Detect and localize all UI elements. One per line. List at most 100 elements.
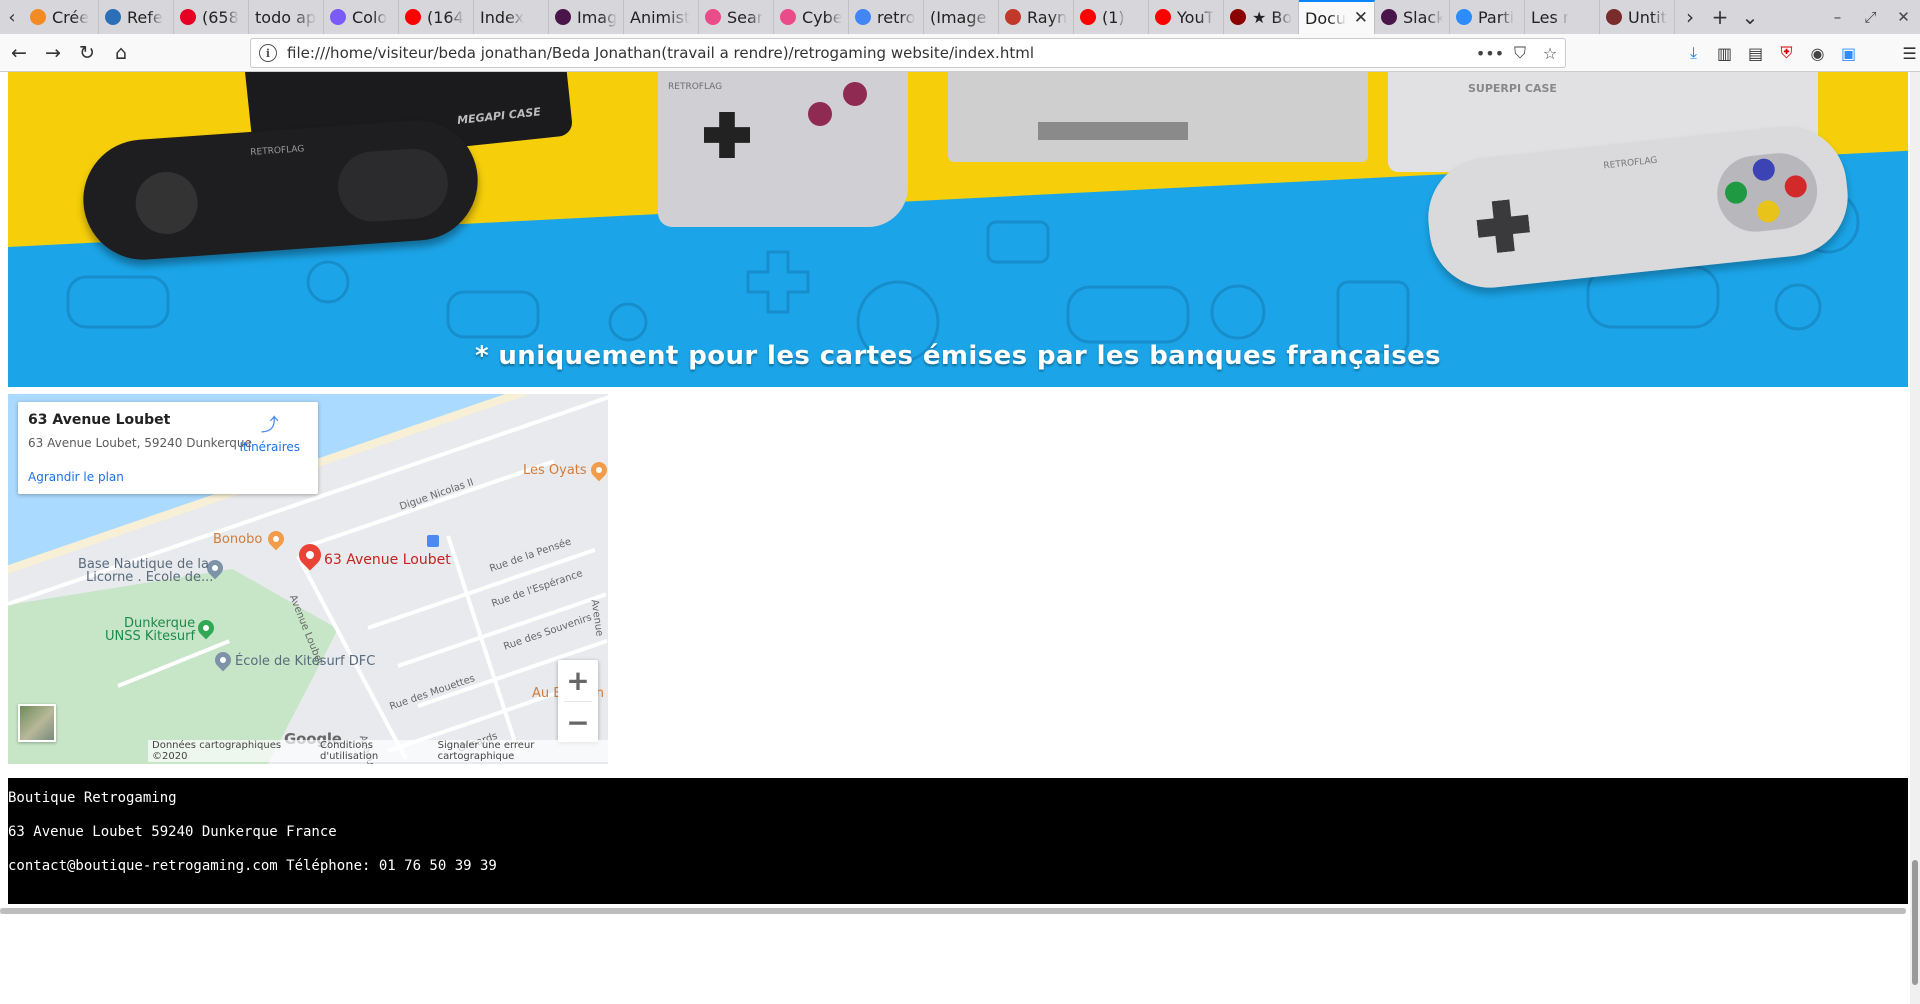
marker-label: 63 Avenue Loubet [324,552,451,568]
dribbble-icon [705,9,721,25]
dpad-icon [133,169,200,237]
site-icon [1230,9,1246,25]
zoom-out-button[interactable]: − [558,702,598,743]
bus-stop-icon[interactable] [427,535,439,547]
tab[interactable]: retro [849,0,924,34]
restore-button[interactable]: ⤢ [1854,0,1887,34]
tab[interactable]: (Image P [924,0,999,34]
home-button[interactable]: ⌂ [104,38,138,68]
site-info-icon[interactable]: i [259,44,277,62]
place-label[interactable]: UNSS Kitesurf [105,629,195,644]
tab-label: (164 [427,7,464,27]
minimize-button[interactable]: – [1821,0,1854,34]
zoom-in-button[interactable]: + [558,660,598,701]
horizontal-scrollbar[interactable] [0,908,1906,914]
directions-button[interactable]: ⤴ Itinéraires [240,416,301,455]
place-label[interactable]: École de Kitesurf DFC [235,654,375,669]
tab[interactable]: Parti [1450,0,1525,34]
gameboy-brand-label: RETROFLAG [668,82,723,92]
street-label: Digue Nicolas II [398,477,476,513]
tab-label: (658 [202,7,239,27]
slack-icon [1381,9,1397,25]
google-map-embed[interactable]: 63 Avenue Loubet 63 Avenue Loubet, 59240… [8,394,608,764]
tab-active[interactable]: Docu ✕ [1299,0,1375,34]
site-icon [105,9,121,25]
downloads-icon[interactable]: ⤓ [1680,40,1707,66]
youtube-icon [1080,9,1096,25]
tabs-scroll-right-button[interactable]: › [1675,0,1705,34]
nes-console-image [948,72,1368,162]
vertical-scrollbar[interactable] [1910,72,1920,1004]
url-text[interactable]: file:///home/visiteur/beda jonathan/Beda… [287,44,1475,62]
footer-address: 63 Avenue Loubet 59240 Dunkerque France [8,824,337,840]
promo-banner: MEGAPI CASE RETROFLAG RETROFLAG SUPERPI … [8,72,1908,387]
sidebar-icon[interactable]: ▤ [1742,40,1769,66]
reload-button[interactable]: ↻ [70,38,104,68]
back-arrow-icon: ← [11,41,27,64]
horizontal-scrollbar-thumb[interactable] [0,908,1906,914]
tab-label: todo app [255,7,317,27]
tab-label: Imag [577,7,617,27]
tab[interactable]: Rayn [999,0,1074,34]
close-tab-icon[interactable]: ✕ [1354,8,1368,28]
tab[interactable]: (658 [174,0,249,34]
all-tabs-menu-button[interactable]: ⌄ [1735,0,1765,34]
tab[interactable]: Index [474,0,549,34]
tab[interactable]: Les r [1525,0,1600,34]
forward-button[interactable]: → [36,38,70,68]
banner-caption: * uniquement pour les cartes émises par … [474,341,1442,371]
tab[interactable]: Animist [624,0,699,34]
tab-label: Cybe [802,7,842,27]
tabs-scroll-left-button[interactable]: ‹ [0,0,24,34]
tab[interactable]: (164 [399,0,474,34]
footer-shop-name: Boutique Retrogaming [8,790,177,806]
tab[interactable]: Imag [549,0,624,34]
tab-label: Les r [1531,7,1570,27]
youtube-icon [1155,9,1171,25]
tab[interactable]: (1) [1074,0,1149,34]
tab[interactable]: ★ Bo [1224,0,1299,34]
ublock-shield-icon[interactable]: ⛨ [1773,40,1800,66]
zoom-controls: + − [558,660,598,742]
tab-label: Rayn [1027,7,1067,27]
place-label[interactable]: Bonobo [213,532,262,547]
youtube-icon [405,9,421,25]
place-label[interactable]: Les Oyats [523,463,587,478]
tab-label: retro [877,7,916,27]
library-icon[interactable]: ▥ [1711,40,1738,66]
tab[interactable]: Refe [99,0,174,34]
tab[interactable]: Cybe [774,0,849,34]
restaurant-pin-icon[interactable] [264,527,288,551]
bookmark-star-icon[interactable]: ☆ [1535,44,1565,63]
tab[interactable]: Crée [24,0,99,34]
tab-label: Sear [727,7,764,27]
tab[interactable]: todo app [249,0,324,34]
back-button[interactable]: ← [2,38,36,68]
map-report-link[interactable]: Signaler une erreur cartographique [438,740,604,762]
restaurant-pin-icon[interactable] [587,458,608,482]
tab[interactable]: Colo [324,0,399,34]
tab-label: Docu [1305,8,1347,28]
gameboy-b-button [808,102,832,126]
map-terms-link[interactable]: Conditions d'utilisation [320,740,428,762]
vertical-scrollbar-thumb[interactable] [1912,860,1918,985]
pocket-icon[interactable]: ⛉ [1505,43,1535,63]
face-buttons [335,146,451,224]
extension-icon[interactable]: ◉ [1804,40,1831,66]
page-actions-icon[interactable]: ••• [1475,44,1505,63]
enlarge-map-link[interactable]: Agrandir le plan [28,470,124,484]
zoom-extension-icon[interactable]: ▣ [1835,40,1862,66]
satellite-view-toggle[interactable] [18,704,56,742]
place-label[interactable]: Licorne . Ecole de... [86,570,213,585]
tab-label: YouT [1177,7,1215,27]
tab[interactable]: YouT [1149,0,1224,34]
new-tab-button[interactable]: + [1705,0,1735,34]
close-window-button[interactable]: ✕ [1887,0,1920,34]
tab-label: Parti [1478,7,1515,27]
menu-hamburger-icon[interactable]: ☰ [1896,40,1920,66]
url-bar[interactable]: i file:///home/visiteur/beda jonathan/Be… [250,38,1566,68]
tab[interactable]: Slack [1375,0,1450,34]
location-marker-icon[interactable] [294,539,326,571]
tab[interactable]: Sear [699,0,774,34]
tab[interactable]: Untit [1600,0,1675,34]
